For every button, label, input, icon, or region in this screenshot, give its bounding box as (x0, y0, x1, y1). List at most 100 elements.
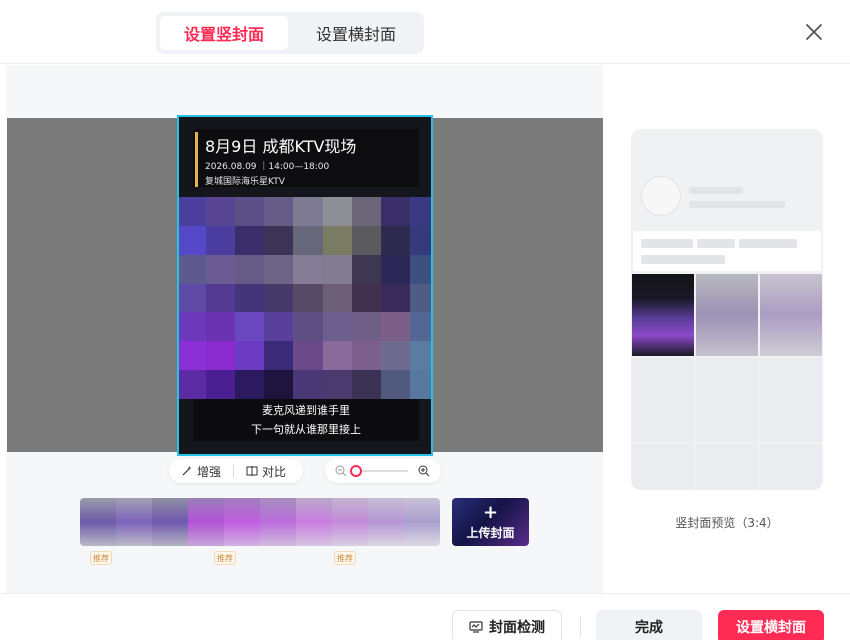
mosaic-pixel (179, 312, 207, 342)
upload-cover-button[interactable]: + 上传封面 (452, 498, 529, 546)
done-button[interactable]: 完成 (596, 610, 702, 640)
profile-card (633, 231, 821, 271)
film-frame[interactable] (224, 498, 260, 546)
mosaic-pixel (264, 341, 294, 371)
tab-vertical-cover[interactable]: 设置竖封面 (160, 16, 288, 50)
mosaic-pixel (409, 341, 431, 371)
mosaic-pixel (206, 254, 236, 284)
zoom-control (325, 459, 441, 483)
recommend-tag: 推荐 (214, 551, 236, 565)
upload-cover-label: 上传封面 (466, 526, 515, 540)
mosaic-pixel (351, 312, 381, 342)
poster-accent-bar (195, 132, 198, 187)
poster-subtitles: 麦克风递到谁手里 下一句就从谁那里接上 (193, 399, 419, 441)
preview-thumb-active (632, 274, 694, 356)
film-frame[interactable] (368, 498, 404, 546)
film-frame[interactable] (332, 498, 368, 546)
mosaic-pixel (179, 370, 207, 399)
mosaic-pixel (179, 341, 207, 371)
mosaic-pixel (351, 254, 381, 284)
mosaic-pixel (179, 283, 207, 313)
mosaic-pixel (293, 341, 323, 371)
preview-caption: 竖封面预览（3:4） (675, 516, 779, 530)
film-frame[interactable] (404, 498, 440, 546)
recommend-tag: 推荐 (90, 551, 112, 565)
mosaic-pixel (322, 197, 352, 226)
mosaic-pixel (409, 225, 431, 255)
mosaic-pixel (293, 283, 323, 313)
mosaic-pixel (206, 370, 236, 399)
mosaic-pixel (179, 254, 207, 284)
mosaic-pixel (351, 341, 381, 371)
subtitle-line-2: 下一句就从谁那里接上 (251, 423, 361, 436)
subtitle-line-1: 麦克风递到谁手里 (262, 404, 350, 417)
recommend-tag: 推荐 (334, 551, 356, 565)
skeleton-line (697, 239, 735, 248)
zoom-slider-handle[interactable] (350, 465, 362, 477)
compare-icon (246, 466, 258, 476)
mosaic-pixel (409, 312, 431, 342)
mosaic-pixel (409, 197, 431, 226)
zoom-in-icon[interactable] (418, 465, 430, 477)
poster-venue: 复城国际海乐星KTV (205, 177, 285, 187)
skeleton-line (689, 201, 785, 208)
compare-button[interactable]: 对比 (234, 463, 298, 480)
cover-tabs: 设置竖封面 设置横封面 (156, 12, 424, 54)
preview-thumb (760, 274, 822, 356)
mosaic-pixel (179, 197, 207, 226)
preview-empty-cell (696, 358, 758, 442)
mosaic-pixel (322, 283, 352, 313)
mosaic-pixel (380, 312, 410, 342)
poster-time: 2026.08.09 ｜14:00—18:00 (205, 162, 330, 172)
mosaic-pixel (351, 197, 381, 226)
mosaic-pixel (264, 370, 294, 399)
preview-thumb (696, 274, 758, 356)
set-horizontal-cover-button[interactable]: 设置横封面 (718, 610, 824, 640)
mosaic-pixel (264, 283, 294, 313)
film-frame[interactable] (188, 498, 224, 546)
dialog-header: 设置竖封面 设置横封面 (0, 0, 850, 64)
mosaic-pixel (322, 341, 352, 371)
mosaic-pixel (380, 341, 410, 371)
mosaic-pixel (322, 254, 352, 284)
mosaic-pixel (322, 225, 352, 255)
adjust-toolbar: 增强 对比 (169, 459, 303, 483)
preview-empty-cell (632, 358, 694, 442)
cover-check-button[interactable]: 封面检测 (452, 610, 562, 640)
frame-filmstrip[interactable] (80, 498, 440, 546)
tab-horizontal-cover[interactable]: 设置横封面 (292, 16, 420, 50)
mosaic-pixel (380, 370, 410, 399)
film-frame[interactable] (152, 498, 188, 546)
mosaic-pixel (322, 370, 352, 399)
mosaic-pixel (351, 225, 381, 255)
mosaic-pixel (206, 225, 236, 255)
mosaic-pixel (179, 225, 207, 255)
zoom-slider-track[interactable] (356, 470, 408, 472)
compare-label: 对比 (262, 464, 287, 479)
enhance-label: 增强 (197, 464, 222, 479)
mosaic-pixel (409, 370, 431, 399)
preview-empty-cell (632, 444, 694, 490)
film-frame[interactable] (260, 498, 296, 546)
mosaic-pixel (235, 197, 265, 226)
enhance-button[interactable]: 增强 (169, 463, 233, 480)
mosaic-pixel (206, 341, 236, 371)
mosaic-pixel (235, 312, 265, 342)
vertical-cover-preview (631, 129, 823, 490)
film-frame[interactable] (116, 498, 152, 546)
poster-title: 8月9日 成都KTV现场 (205, 137, 357, 156)
zoom-out-icon[interactable] (335, 465, 347, 477)
crop-frame[interactable]: 8月9日 成都KTV现场 2026.08.09 ｜14:00—18:00 复城国… (177, 115, 433, 456)
mosaic-pixel (409, 283, 431, 313)
film-frame[interactable] (80, 498, 116, 546)
preview-empty-cell (760, 444, 822, 490)
mosaic-pixel (380, 197, 410, 226)
mosaic-pixel (264, 312, 294, 342)
mosaic-pixel (380, 225, 410, 255)
film-frame[interactable] (296, 498, 332, 546)
pixelated-photo (179, 197, 431, 399)
close-icon[interactable] (802, 20, 826, 44)
skeleton-line (641, 255, 725, 264)
mosaic-pixel (206, 283, 236, 313)
mosaic-pixel (380, 254, 410, 284)
